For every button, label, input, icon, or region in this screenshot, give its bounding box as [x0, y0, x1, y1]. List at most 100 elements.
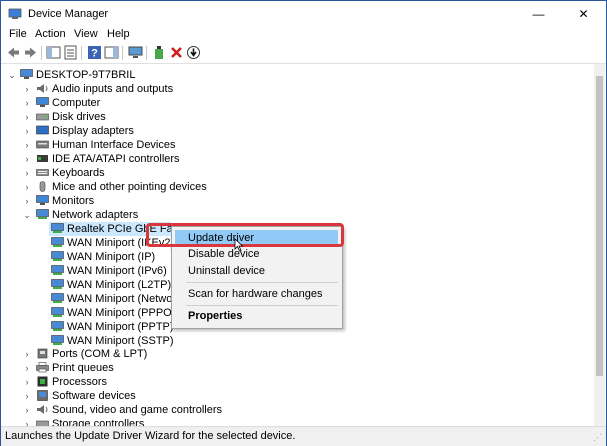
category-label: Ports (COM & LPT) [52, 348, 148, 360]
processor-icon [37, 376, 48, 387]
window-title: Device Manager [28, 8, 109, 20]
device-manager-window: Device Manager — ✕ File Action View Help… [0, 0, 607, 446]
collapse-chevron-icon[interactable]: ⌄ [7, 68, 17, 82]
sound-icon [37, 405, 48, 414]
expand-chevron-icon[interactable]: › [22, 96, 32, 110]
properties-list-icon[interactable] [63, 45, 78, 60]
device-label: WAN Miniport (SSTP) [67, 335, 174, 347]
update-driver-icon[interactable] [186, 45, 201, 60]
highlight-annotation-box [146, 223, 344, 247]
toolbar-separator [41, 46, 42, 60]
expand-chevron-icon[interactable]: › [22, 417, 32, 426]
toolbar-separator [122, 46, 123, 60]
keyboard-icon [36, 169, 49, 176]
expand-chevron-icon[interactable]: › [22, 152, 32, 166]
add-driver-icon[interactable] [152, 45, 167, 60]
category-label: Audio inputs and outputs [52, 83, 174, 95]
mouse-cursor-icon [234, 238, 244, 252]
network-card-icon [51, 335, 64, 345]
network-card-icon [51, 223, 64, 233]
software-device-icon [37, 390, 48, 401]
expand-chevron-icon[interactable]: › [22, 110, 32, 124]
network-card-icon [51, 265, 64, 275]
back-arrow-icon[interactable] [6, 45, 21, 60]
status-text: Launches the Update Driver Wizard for th… [5, 430, 296, 442]
expand-chevron-icon[interactable]: › [22, 389, 32, 403]
port-icon [37, 348, 48, 359]
mouse-icon [39, 181, 46, 192]
display-adapter-icon [36, 125, 49, 135]
device-label: WAN Miniport (IPv6) [67, 265, 167, 277]
computer-icon [20, 69, 33, 79]
network-adapter-icon [36, 209, 49, 219]
help-icon[interactable]: ? [87, 45, 102, 60]
toolbar-separator [146, 46, 147, 60]
menu-view[interactable]: View [74, 28, 98, 40]
device-label: WAN Miniport (PPTP) [67, 321, 174, 333]
network-card-icon [51, 237, 64, 247]
expand-chevron-icon[interactable]: › [22, 138, 32, 152]
expand-chevron-icon[interactable]: › [22, 194, 32, 208]
network-card-icon [51, 293, 64, 303]
toolbar: ? [1, 43, 606, 64]
uninstall-x-icon[interactable] [169, 45, 184, 60]
category-label: Monitors [52, 195, 95, 207]
device-label: WAN Miniport (PPPOE [67, 307, 180, 319]
category-label: Network adapters [52, 209, 139, 221]
device-label: WAN Miniport (IP) [67, 251, 156, 263]
toolbar-separator [81, 46, 82, 60]
category-label: Storage controllers [52, 418, 145, 426]
expand-chevron-icon[interactable]: › [22, 124, 32, 138]
computer-name: DESKTOP-9T7BRIL [36, 69, 136, 81]
storage-controller-icon [36, 420, 49, 426]
disk-drive-icon [36, 113, 49, 121]
expand-chevron-icon[interactable]: › [22, 347, 32, 361]
expand-chevron-icon[interactable]: › [22, 82, 32, 96]
disable-device-menu-item[interactable]: Disable device [188, 248, 260, 260]
monitor-icon [36, 195, 49, 205]
resize-grip-icon[interactable]: ⋰ [593, 432, 603, 442]
forward-arrow-icon[interactable] [23, 45, 38, 60]
category-label: Mice and other pointing devices [52, 181, 207, 193]
close-button[interactable]: ✕ [561, 1, 606, 27]
speaker-icon [37, 84, 48, 93]
device-label: WAN Miniport (Netwo [67, 293, 173, 305]
network-card-icon [51, 279, 64, 289]
printer-icon [36, 362, 49, 373]
category-label: Computer [52, 97, 101, 109]
category-label: Display adapters [52, 125, 134, 137]
show-hide-console-tree-icon[interactable] [46, 45, 61, 60]
network-card-icon [51, 321, 64, 331]
menu-separator [186, 305, 338, 306]
menu-separator [186, 282, 338, 283]
category-label: Keyboards [52, 167, 105, 179]
category-label: Sound, video and game controllers [52, 404, 222, 416]
device-manager-icon [8, 8, 22, 19]
menu-help[interactable]: Help [107, 28, 130, 40]
menu-bar: File Action View Help [1, 27, 606, 43]
scrollbar-thumb[interactable] [596, 76, 603, 376]
category-label: Software devices [52, 390, 136, 402]
uninstall-device-menu-item[interactable]: Uninstall device [188, 265, 265, 277]
scan-hardware-menu-item[interactable]: Scan for hardware changes [188, 288, 323, 300]
hid-keyboard-icon [36, 140, 49, 149]
category-label: Human Interface Devices [52, 139, 176, 151]
menu-action[interactable]: Action [35, 28, 66, 40]
device-label: WAN Miniport (L2TP) [67, 279, 172, 291]
expand-chevron-icon[interactable]: › [22, 403, 32, 417]
category-label: Disk drives [52, 111, 106, 123]
collapse-chevron-icon[interactable]: ⌄ [22, 208, 32, 222]
scan-hardware-monitor-icon[interactable] [128, 45, 143, 60]
network-card-icon [51, 251, 64, 261]
title-bar: Device Manager — ✕ [1, 1, 606, 27]
properties-menu-item[interactable]: Properties [188, 310, 242, 322]
expand-chevron-icon[interactable]: › [22, 180, 32, 194]
expand-chevron-icon[interactable]: › [22, 166, 32, 180]
category-label: Print queues [52, 362, 114, 374]
menu-file[interactable]: File [9, 28, 27, 40]
monitor-icon [36, 97, 49, 107]
expand-chevron-icon[interactable]: › [22, 375, 32, 389]
vertical-scrollbar[interactable] [594, 64, 605, 426]
action-pane-icon[interactable] [104, 45, 119, 60]
expand-chevron-icon[interactable]: › [22, 361, 32, 375]
